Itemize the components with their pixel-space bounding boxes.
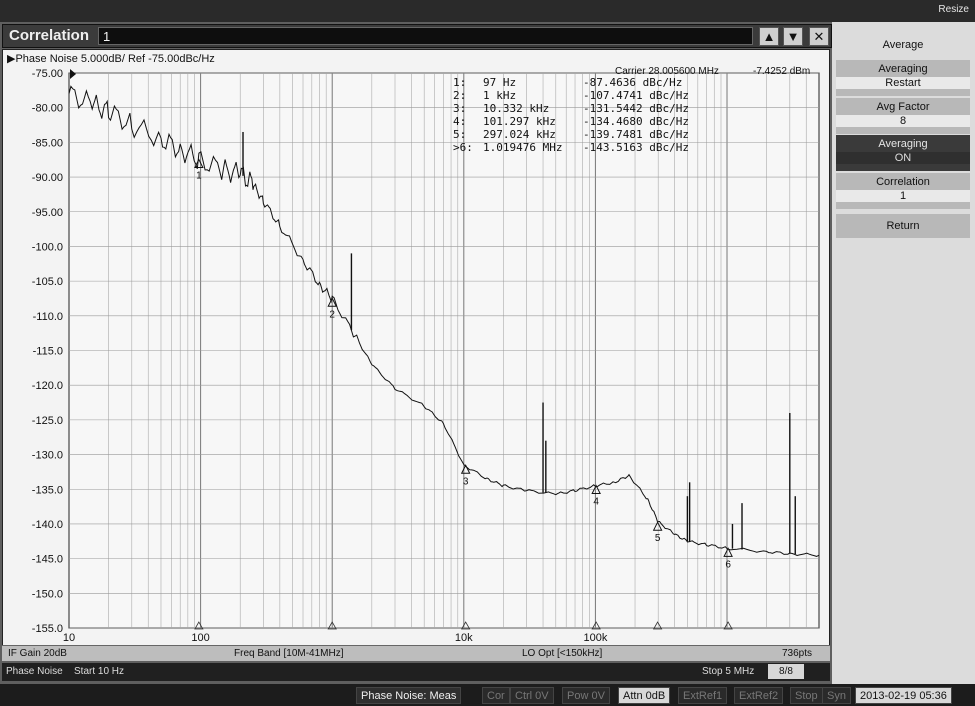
averaging-restart-softkey[interactable]: Averaging Restart (836, 60, 970, 96)
y-tick-label: -135.0 (32, 484, 63, 496)
x-tick-label: 100 (191, 632, 209, 644)
y-tick-label: -90.00 (32, 172, 63, 184)
datetime: 2013-02-19 05:36 (855, 687, 952, 704)
return-softkey[interactable]: Return (836, 214, 970, 238)
y-tick-label: -85.00 (32, 137, 63, 149)
y-tick-label: -155.0 (32, 623, 63, 635)
status-bar-2: Phase Noise Start 10 Hz Stop 5 MHz 8/8 (2, 663, 830, 681)
meas-status: Phase Noise: Meas (356, 687, 462, 704)
cor-status: Cor (482, 687, 510, 704)
plot-window: -75.00 -80.00 -85.00 -90.00 -95.00 -100.0 -105… (2, 49, 830, 661)
correlation-softkey[interactable]: Correlation 1 (836, 173, 970, 209)
points-status: 736pts (782, 648, 813, 659)
y-tick-label: -120.0 (32, 380, 63, 392)
x-tick-label: 100k (583, 632, 607, 644)
marker-row: 2: 1 kHz -107.4741 dBc/Hz (453, 89, 689, 102)
mode-status: Phase Noise (6, 666, 63, 677)
pow-status: Pow 0V (562, 687, 610, 704)
marker-row: 1: 97 Hz -87.4636 dBc/Hz (453, 76, 683, 89)
marker-label: 2 (329, 309, 335, 320)
scroll-down-button[interactable]: ▼ (783, 27, 803, 46)
top-bar: Resize (0, 0, 975, 22)
y-tick-label: -75.00 (32, 68, 63, 80)
marker-label: 6 (725, 559, 731, 570)
start-frequency: Start 10 Hz (74, 666, 125, 677)
marker-label: 3 (463, 476, 469, 487)
resize-button[interactable]: Resize (938, 4, 969, 15)
plot-header-text: ▶Phase Noise 5.000dB/ Ref -75.00dBc/Hz (7, 53, 215, 65)
average-count: 8/8 (768, 664, 804, 679)
close-button[interactable]: ✕ (809, 27, 829, 46)
y-tick-label: -150.0 (32, 588, 63, 600)
window-title: Correlation (9, 27, 90, 44)
stop-frequency: Stop 5 MHz (702, 666, 755, 677)
marker-row: >6: 1.019476 MHz -143.5163 dBc/Hz (453, 141, 689, 154)
marker-row: 4: 101.297 kHz -134.4680 dBc/Hz (453, 115, 689, 128)
stop-status: Stop (790, 687, 823, 704)
phase-noise-chart[interactable]: -75.00 -80.00 -85.00 -90.00 -95.00 -100.0 -105… (3, 50, 831, 646)
y-tick-label: -145.0 (32, 554, 63, 566)
marker-row: 3: 10.332 kHz -131.5442 dBc/Hz (453, 102, 689, 115)
title-bar: Correlation 1 ▲ ▼ ✕ (2, 24, 832, 48)
y-tick-label: -110.0 (33, 311, 63, 323)
marker-row: 5: 297.024 kHz -139.7481 dBc/Hz (453, 128, 689, 141)
average-menu-title: Average (882, 39, 924, 51)
extref1-status: ExtRef1 (678, 687, 728, 704)
y-tick-label: -130.0 (32, 450, 63, 462)
y-tick-label: -80.00 (32, 103, 63, 115)
status-bar-1: IF Gain 20dB Freq Band [10M-41MHz] LO Op… (2, 645, 830, 661)
ctrl-status: Ctrl 0V (510, 687, 554, 704)
marker-label: 5 (655, 533, 661, 544)
y-tick-label: -100.0 (32, 241, 63, 253)
y-tick-label: -105.0 (32, 276, 63, 288)
extref2-status: ExtRef2 (734, 687, 784, 704)
attn-status: Attn 0dB (618, 687, 671, 704)
softkey-panel: Average Averaging Restart Avg Factor 8 A… (832, 22, 975, 684)
y-tick-label: -125.0 (32, 415, 63, 427)
marker-label: 1 (196, 170, 202, 181)
avg-factor-softkey[interactable]: Avg Factor 8 (836, 98, 970, 134)
marker-label: 4 (593, 497, 599, 508)
carrier-power: -7.4252 dBm (753, 66, 811, 77)
y-tick-label: -95.00 (32, 207, 63, 219)
if-gain-status: IF Gain 20dB (8, 648, 67, 659)
marker-table: 1: 97 Hz -87.4636 dBc/Hz 2: 1 kHz -107.4741 … (453, 76, 689, 154)
scroll-up-button[interactable]: ▲ (759, 27, 779, 46)
y-tick-label: -140.0 (32, 519, 63, 531)
averaging-on-off-softkey[interactable]: Averaging ON (836, 135, 970, 171)
correlation-value-field[interactable]: 1 (98, 27, 753, 45)
freq-band-status: Freq Band [10M-41MHz] (234, 648, 344, 659)
y-tick-label: -115.0 (33, 346, 63, 358)
sync-status: Syn (822, 687, 851, 704)
lo-opt-status: LO Opt [<150kHz] (522, 648, 603, 659)
instrument-screen: Resize Correlation 1 ▲ ▼ ✕ -75.00 -80.00-… (0, 0, 975, 706)
x-tick-label: 10 (63, 632, 75, 644)
bottom-status-bar: Phase Noise: Meas Cor Ctrl 0V Pow 0V Att… (0, 684, 975, 706)
x-tick-label: 10k (455, 632, 473, 644)
